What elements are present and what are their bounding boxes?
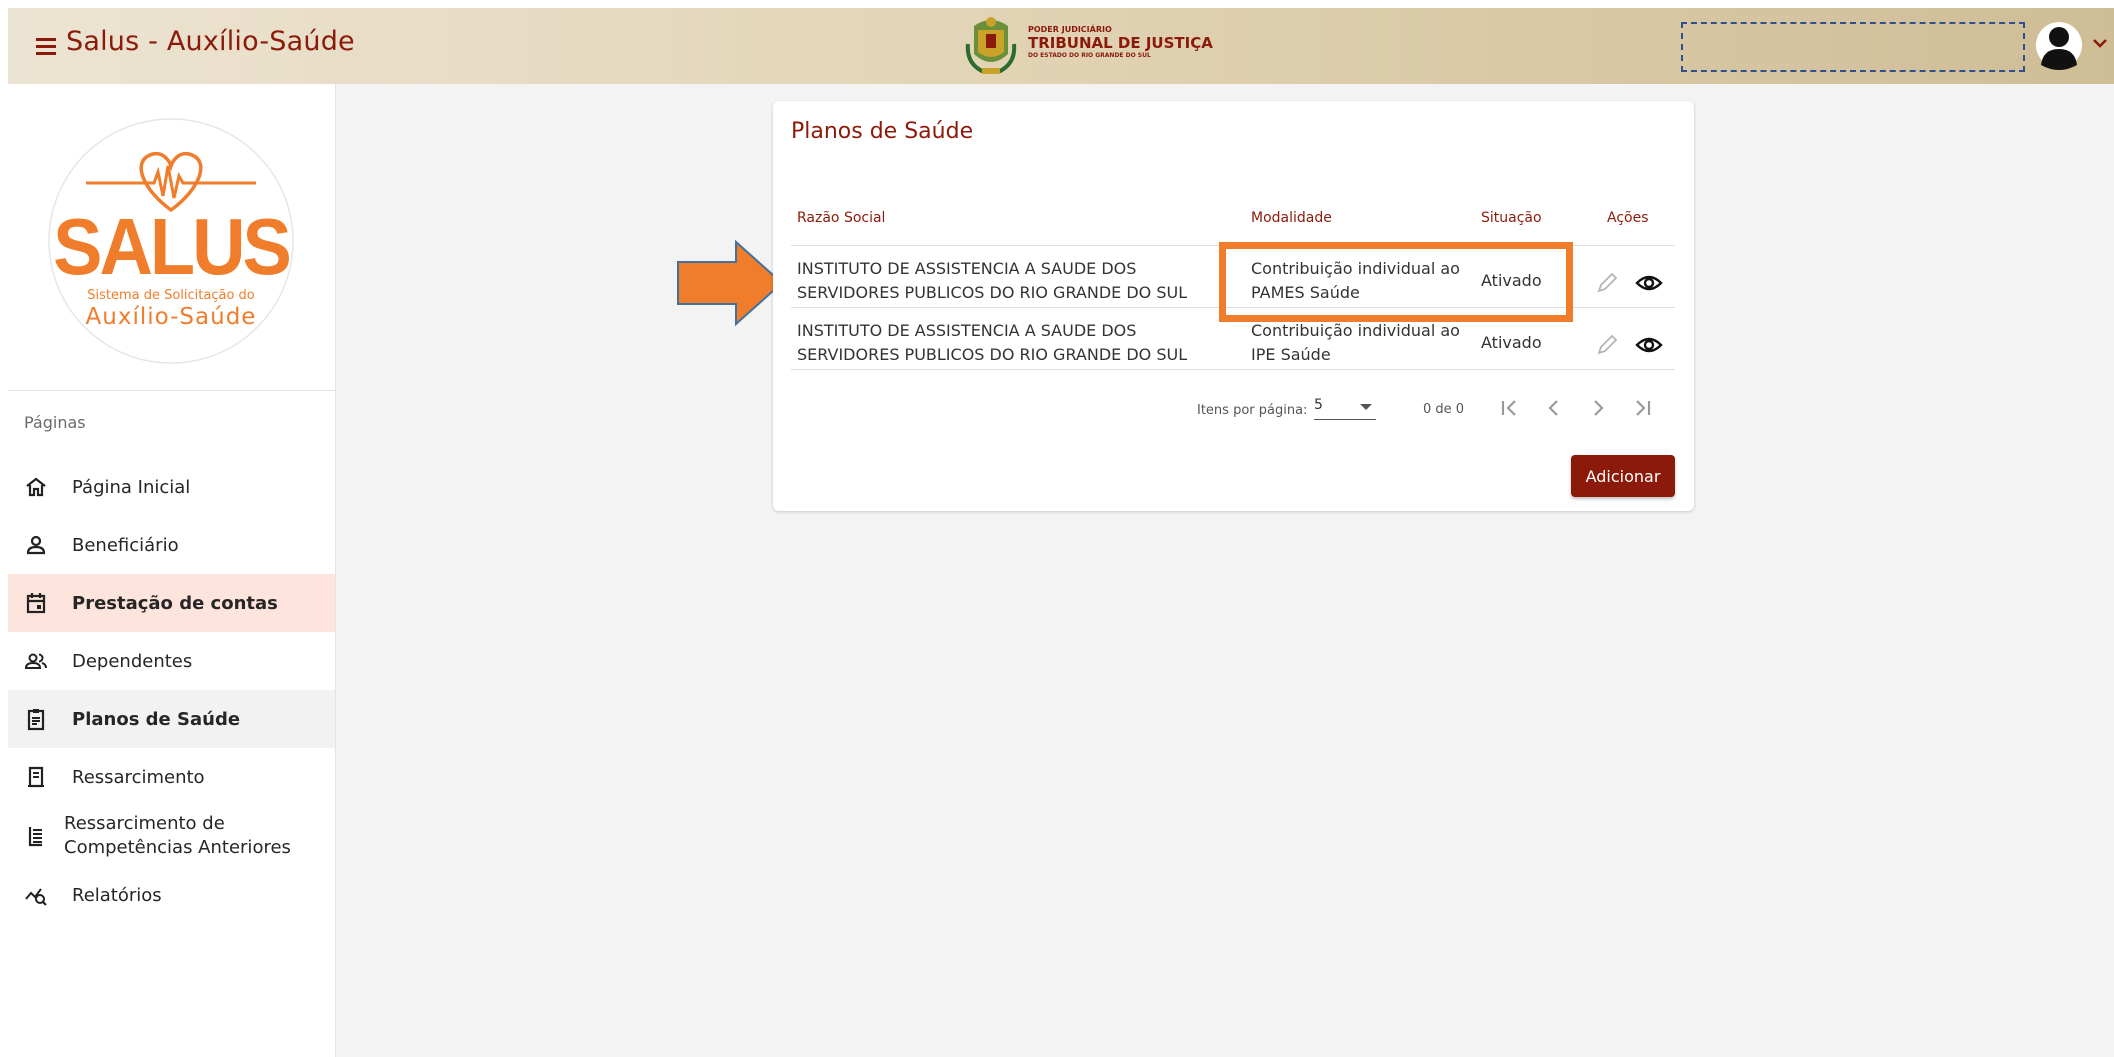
sidebar-item-label: Prestação de contas <box>72 592 278 614</box>
sidebar-item-ressarcimento[interactable]: Ressarcimento <box>8 748 335 806</box>
eye-icon[interactable] <box>1635 331 1663 359</box>
column-header-razao-social[interactable]: Razão Social <box>797 210 885 226</box>
sidebar-item-pagina-inicial[interactable]: Página Inicial <box>8 458 335 516</box>
sidebar-item-label: Ressarcimento <box>72 766 205 788</box>
page-size-select[interactable]: 5 <box>1314 395 1376 420</box>
sidebar-item-planos-de-saude[interactable]: Planos de Saúde <box>8 690 335 748</box>
chevron-down-icon[interactable] <box>2091 36 2109 50</box>
pages-section-label: Páginas <box>24 413 86 432</box>
annotation-highlight-box <box>1219 242 1573 322</box>
court-line-2: TRIBUNAL DE JUSTIÇA <box>1028 34 1213 52</box>
clipboard-icon <box>22 705 50 733</box>
salus-logo-text: SALUS Sistema de Solicitação do Auxílio-… <box>48 106 294 376</box>
sidebar-item-label: Página Inicial <box>72 476 191 498</box>
razao-social-cell: INSTITUTO DE ASSISTENCIA A SAUDE DOS SER… <box>797 321 1188 364</box>
page-title: Planos de Saúde <box>791 119 974 144</box>
previous-page-icon[interactable] <box>1537 391 1571 425</box>
logo-subtitle: Sistema de Solicitação do <box>87 288 255 303</box>
logo-tagline: Auxílio-Saúde <box>85 304 257 330</box>
sidebar-item-label: Ressarcimento de Competências Anteriores <box>64 813 291 858</box>
analytics-icon <box>22 881 50 909</box>
app-frame: Salus - Auxílio-Saúde PODER JUDICIÁRIO T… <box>8 8 2114 1057</box>
people-icon <box>22 647 50 675</box>
page-range-label: 0 de 0 <box>1423 402 1465 417</box>
receipt-icon <box>22 763 50 791</box>
dropdown-arrow-icon <box>1360 404 1372 410</box>
court-line-3: DO ESTADO DO RIO GRANDE DO SUL <box>1028 52 1151 59</box>
situacao-cell: Ativado <box>1481 333 1542 352</box>
last-page-icon[interactable] <box>1625 391 1659 425</box>
column-header-acoes: Ações <box>1607 210 1649 226</box>
app-title: Salus - Auxílio-Saúde <box>66 26 355 57</box>
eye-icon[interactable] <box>1635 269 1663 297</box>
edit-icon[interactable] <box>1593 269 1621 297</box>
list-icon <box>22 822 50 850</box>
column-header-situacao[interactable]: Situação <box>1481 210 1542 226</box>
court-line-1: PODER JUDICIÁRIO <box>1028 25 1112 34</box>
edit-icon[interactable] <box>1593 331 1621 359</box>
calendar-icon <box>22 589 50 617</box>
coat-of-arms-icon <box>965 17 1017 74</box>
sidebar-item-beneficiario[interactable]: Beneficiário <box>8 516 335 574</box>
sidebar-item-prestacao-de-contas[interactable]: Prestação de contas <box>8 574 335 632</box>
sidebar-item-label: Dependentes <box>72 650 193 672</box>
sidebar-divider <box>8 390 335 391</box>
next-page-icon[interactable] <box>1581 391 1615 425</box>
annotation-arrow <box>677 239 784 327</box>
add-button[interactable]: Adicionar <box>1571 455 1675 497</box>
logo-name: SALUS <box>53 201 292 292</box>
modalidade-cell: Contribuição individual ao IPE Saúde <box>1251 321 1460 364</box>
home-icon <box>22 473 50 501</box>
column-header-modalidade[interactable]: Modalidade <box>1251 210 1332 226</box>
sidebar-item-label: Relatórios <box>72 884 162 906</box>
person-icon <box>22 531 50 559</box>
sidebar: SALUS Sistema de Solicitação do Auxílio-… <box>8 84 336 1057</box>
top-bar: Salus - Auxílio-Saúde PODER JUDICIÁRIO T… <box>8 8 2114 84</box>
sidebar-item-relatorios[interactable]: Relatórios <box>8 866 335 924</box>
avatar[interactable] <box>2035 19 2083 71</box>
sidebar-item-dependentes[interactable]: Dependentes <box>8 632 335 690</box>
court-name: PODER JUDICIÁRIO TRIBUNAL DE JUSTIÇA DO … <box>1028 26 1213 59</box>
sidebar-item-label: Planos de Saúde <box>72 708 241 730</box>
sidebar-item-label: Beneficiário <box>72 534 179 556</box>
sidebar-item-ressarcimento-competencias-anteriores[interactable]: Ressarcimento de Competências Anteriores <box>8 806 335 866</box>
user-name-field[interactable] <box>1681 22 2025 72</box>
row-divider <box>791 369 1675 370</box>
menu-icon[interactable] <box>34 32 58 60</box>
items-per-page-label: Itens por página: <box>1197 403 1308 418</box>
first-page-icon[interactable] <box>1493 391 1527 425</box>
page-size-value: 5 <box>1314 397 1323 413</box>
razao-social-cell: INSTITUTO DE ASSISTENCIA A SAUDE DOS SER… <box>797 259 1188 302</box>
